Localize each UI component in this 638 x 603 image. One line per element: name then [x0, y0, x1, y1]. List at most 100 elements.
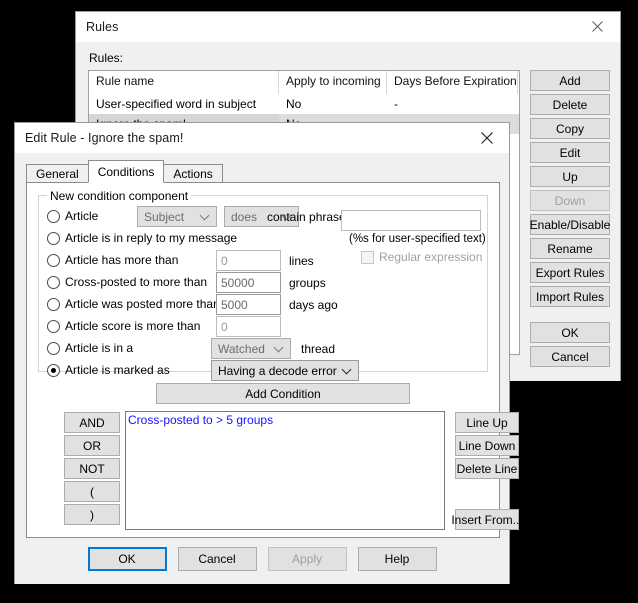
operator-button-group: AND OR NOT ( ): [64, 412, 120, 527]
and-button[interactable]: AND: [64, 412, 120, 433]
ok-button[interactable]: OK: [530, 322, 610, 343]
condition-row-posted-more-than: Article was posted more than: [47, 294, 220, 314]
radio-label-article-is-in-a: Article is in a: [65, 341, 134, 355]
help-button[interactable]: Help: [357, 547, 437, 571]
column-header-apply-to-incoming[interactable]: Apply to incoming: [279, 71, 387, 94]
condition-row-article-has-more-than: Article has more than: [47, 250, 178, 270]
marked-as-combo[interactable]: Having a decode error: [211, 360, 359, 381]
rules-titlebar: Rules: [76, 12, 620, 42]
list-item[interactable]: Cross-posted to > 5 groups: [128, 413, 444, 428]
radio-cross-posted-to-more-than[interactable]: [47, 275, 60, 289]
cancel-button[interactable]: Cancel: [177, 547, 257, 571]
radio-label-article-score-is-more-than: Article score is more than: [65, 319, 201, 333]
import-rules-button[interactable]: Import Rules: [530, 286, 610, 307]
or-button[interactable]: OR: [64, 435, 120, 456]
radio-article-is-marked-as[interactable]: [47, 363, 60, 377]
radio-article[interactable]: [47, 209, 60, 223]
cell-days-before-expiration: -: [394, 97, 398, 111]
close-icon[interactable]: [464, 123, 509, 152]
rules-window-title: Rules: [86, 20, 119, 34]
radio-article-is-in-reply[interactable]: [47, 231, 60, 245]
contain-phrase-label: contain phrase: [267, 210, 346, 224]
lines-input[interactable]: [216, 250, 281, 271]
radio-label-article-was-posted-more-than: Article was posted more than: [65, 297, 220, 311]
field-combo-value: Subject: [144, 209, 185, 224]
radio-label-article-is-marked-as: Article is marked as: [65, 363, 170, 377]
radio-label-cross-posted-to-more-than: Cross-posted to more than: [65, 275, 208, 289]
open-paren-button[interactable]: (: [64, 481, 120, 502]
column-header-days-before-expiration[interactable]: Days Before Expiration: [387, 71, 518, 94]
export-rules-button[interactable]: Export Rules: [530, 262, 610, 283]
radio-label-article-has-more-than: Article has more than: [65, 253, 179, 267]
enable-disable-button[interactable]: Enable/Disable: [530, 214, 610, 235]
apply-button: Apply: [267, 547, 347, 571]
list-action-button-group: Line Up Line Down Delete Line Insert Fro…: [451, 412, 523, 532]
chevron-down-icon: [343, 366, 351, 374]
column-header-rule-name[interactable]: Rule name: [89, 71, 279, 94]
new-condition-component-group: New condition component Article Subject …: [38, 189, 488, 381]
phrase-input[interactable]: [341, 210, 481, 231]
regular-expression-checkbox-row: Regular expression: [361, 250, 482, 264]
copy-button[interactable]: Copy: [530, 118, 610, 139]
table-row[interactable]: User-specified word in subject No -: [89, 94, 519, 114]
thread-combo-value: Watched: [218, 341, 265, 356]
edit-rule-window-title: Edit Rule - Ignore the spam!: [25, 131, 184, 145]
edit-rule-window: Edit Rule - Ignore the spam! General Con…: [14, 122, 523, 584]
regular-expression-label: Regular expression: [379, 250, 483, 264]
edit-button[interactable]: Edit: [530, 142, 610, 163]
thread-combo: Watched: [211, 338, 291, 359]
condition-row-reply-to-my-message: Article is in reply to my message: [47, 228, 237, 248]
table-header-row: Rule name Apply to incoming Days Before …: [89, 71, 519, 94]
down-button: Down: [530, 190, 610, 211]
radio-article-has-more-than[interactable]: [47, 253, 60, 267]
thread-unit-label: thread: [301, 342, 336, 356]
score-input[interactable]: [216, 316, 281, 337]
groups-input[interactable]: [216, 272, 281, 293]
not-button[interactable]: NOT: [64, 458, 120, 479]
list-button-spacer: [455, 481, 519, 509]
add-button[interactable]: Add: [530, 70, 610, 91]
ok-button[interactable]: OK: [87, 547, 167, 571]
close-icon[interactable]: [575, 12, 620, 41]
button-stack-spacer: [530, 310, 610, 322]
radio-label-article: Article: [65, 209, 99, 223]
insert-from-button[interactable]: Insert From...: [451, 509, 523, 530]
rename-button[interactable]: Rename: [530, 238, 610, 259]
lines-unit-label: lines: [289, 254, 314, 268]
delete-line-button[interactable]: Delete Line: [455, 458, 519, 479]
rules-button-stack: Add Delete Copy Edit Up Down Enable/Disa…: [530, 70, 610, 370]
phrase-hint-label: (%s for user-specified text): [349, 233, 486, 245]
marked-as-combo-value: Having a decode error: [218, 363, 337, 378]
cancel-button[interactable]: Cancel: [530, 346, 610, 367]
days-unit-label: days ago: [289, 298, 338, 312]
conditions-tab-page: New condition component Article Subject …: [26, 182, 523, 538]
days-input[interactable]: [216, 294, 281, 315]
field-combo: Subject: [137, 206, 217, 227]
line-up-button[interactable]: Line Up: [455, 412, 519, 433]
radio-article-was-posted-more-than[interactable]: [47, 297, 60, 311]
dialog-footer: OK Cancel Apply Help: [15, 547, 509, 571]
rules-list-label: Rules:: [89, 51, 124, 65]
tab-actions[interactable]: Actions: [163, 164, 223, 183]
condition-list[interactable]: Cross-posted to > 5 groups: [125, 411, 445, 530]
chevron-down-icon: [201, 212, 209, 220]
close-paren-button[interactable]: ): [64, 504, 120, 525]
edit-rule-titlebar: Edit Rule - Ignore the spam!: [15, 123, 509, 153]
radio-article-is-in-a[interactable]: [47, 341, 60, 355]
line-down-button[interactable]: Line Down: [455, 435, 519, 456]
delete-button[interactable]: Delete: [530, 94, 610, 115]
radio-label-article-is-in-reply: Article is in reply to my message: [65, 231, 238, 245]
cell-apply-to-incoming: No: [286, 97, 302, 111]
radio-article-score-is-more-than[interactable]: [47, 319, 60, 333]
tab-conditions[interactable]: Conditions: [87, 160, 165, 183]
condition-row-article-field: Article: [47, 206, 98, 226]
add-condition-button[interactable]: Add Condition: [156, 383, 410, 404]
chevron-down-icon: [275, 344, 283, 352]
match-combo-value: does: [231, 209, 258, 224]
condition-row-article-score: Article score is more than: [47, 316, 200, 336]
condition-row-cross-posted: Cross-posted to more than: [47, 272, 207, 292]
tab-general[interactable]: General: [26, 164, 89, 183]
screen: Rules Rules: Rule name Apply to incoming…: [0, 0, 638, 603]
condition-row-article-is-in-a: Article is in a: [47, 338, 133, 358]
up-button[interactable]: Up: [530, 166, 610, 187]
